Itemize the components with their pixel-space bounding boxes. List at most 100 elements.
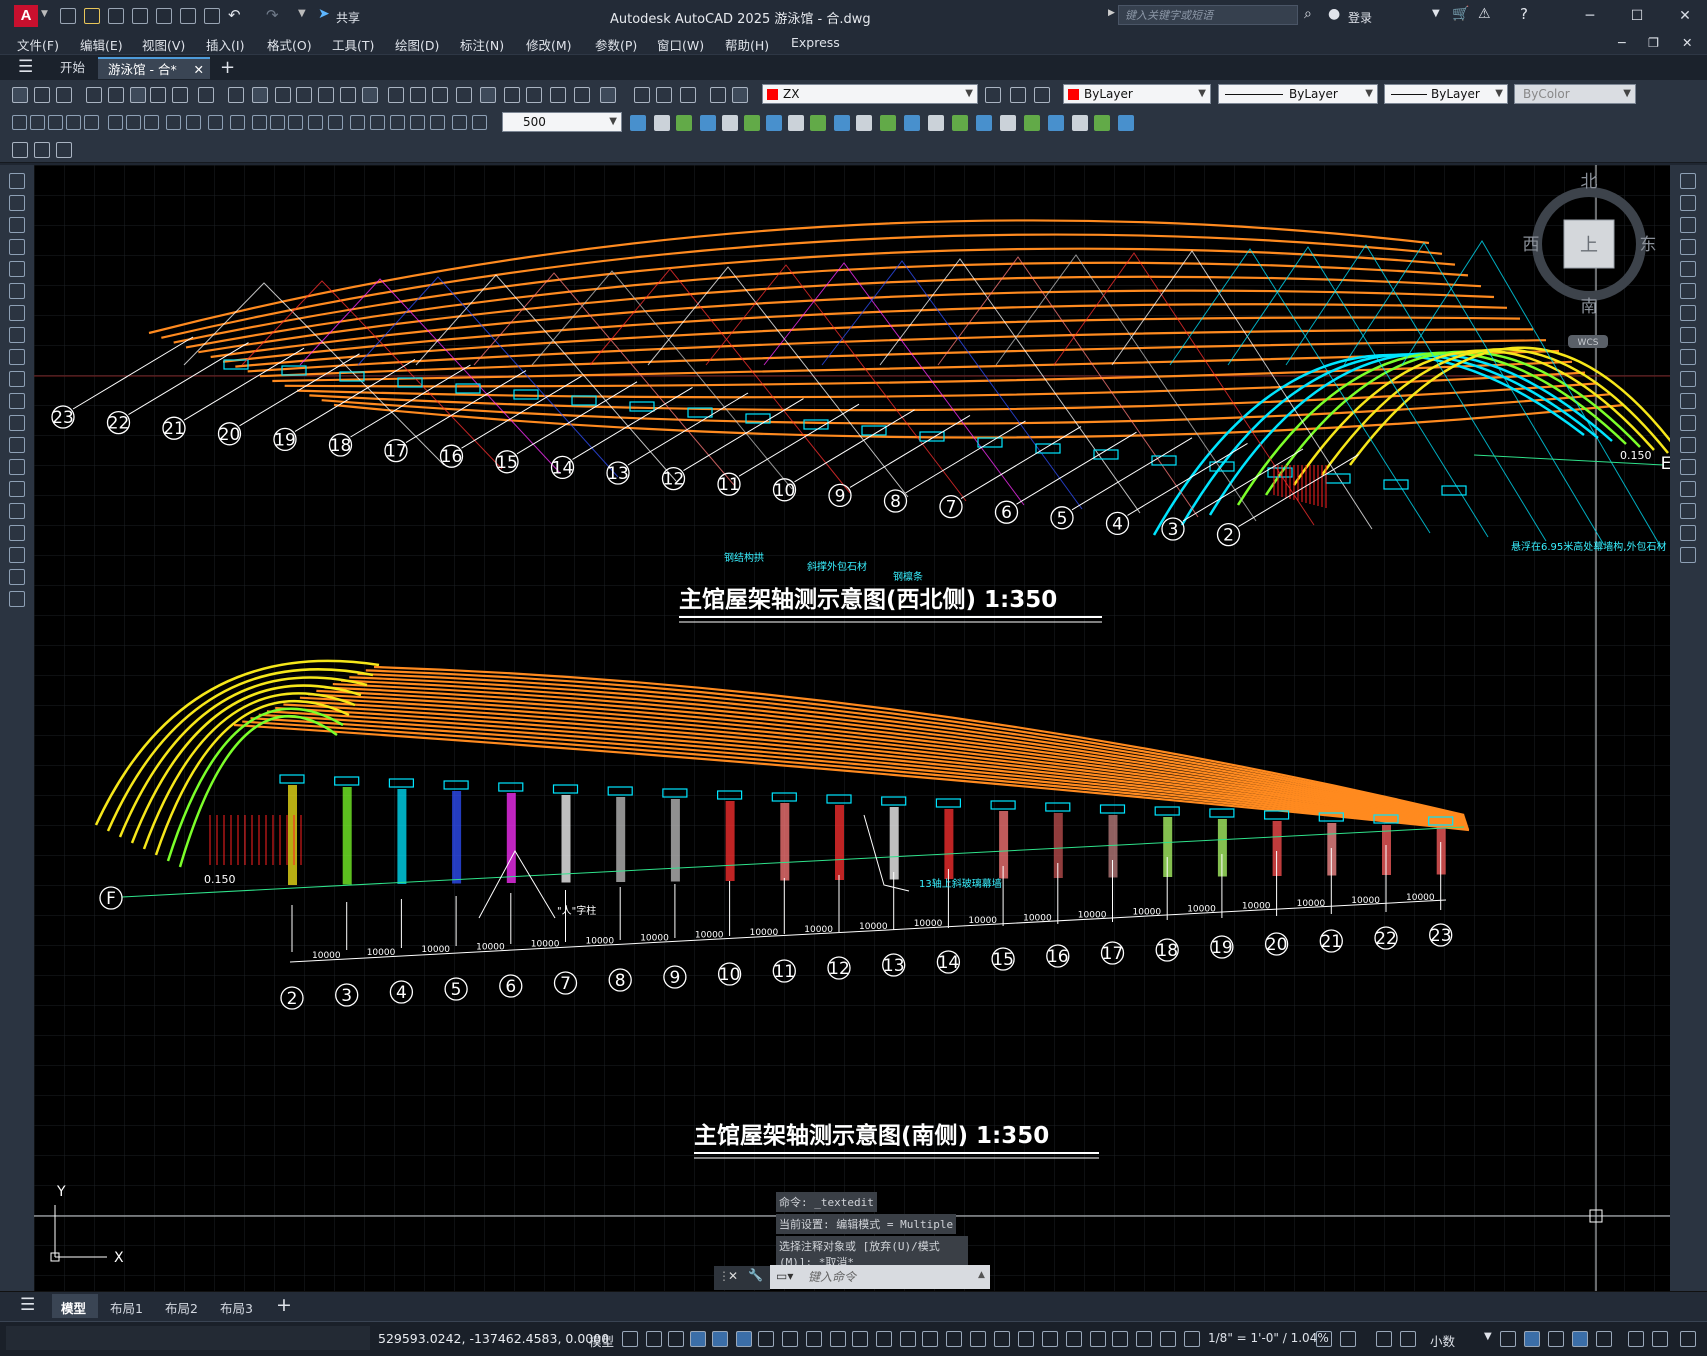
standard-tool-6-icon[interactable] xyxy=(150,87,166,103)
dimension-tool-17-icon[interactable] xyxy=(350,115,365,130)
annotation-scale[interactable]: 1/8" = 1'-0" / 1.04% xyxy=(1208,1331,1329,1345)
view-tool-4-icon[interactable] xyxy=(722,115,738,131)
view-tool-18-icon[interactable] xyxy=(1048,115,1064,131)
add-layout-icon[interactable]: + xyxy=(276,1294,292,1316)
status-toggle-7-icon[interactable] xyxy=(782,1331,798,1347)
modify-tool-6-icon[interactable] xyxy=(1680,305,1696,321)
standard-tool-21-icon[interactable] xyxy=(504,87,520,103)
standard-tool-26-icon[interactable] xyxy=(634,87,650,103)
modify-tool-11-icon[interactable] xyxy=(1680,415,1696,431)
doc-close-icon[interactable]: ✕ xyxy=(1682,35,1692,50)
status-toggle-10-icon[interactable] xyxy=(852,1331,868,1347)
viewcube-east[interactable]: 东 xyxy=(1640,235,1657,255)
view-tool-17-icon[interactable] xyxy=(1024,115,1040,131)
extra-tool-0-icon[interactable] xyxy=(12,142,28,158)
draw-tool-0-icon[interactable] xyxy=(9,173,25,189)
dimension-tool-13-icon[interactable] xyxy=(270,115,285,130)
units-selector[interactable]: 小数 xyxy=(1430,1331,1455,1350)
tab-active-drawing[interactable]: 游泳馆 - 合* ✕ xyxy=(98,57,210,79)
plot-icon[interactable] xyxy=(204,8,220,24)
standard-tool-24-icon[interactable] xyxy=(574,87,590,103)
menu-express[interactable]: Express xyxy=(791,35,840,50)
view-tool-19-icon[interactable] xyxy=(1072,115,1088,131)
modify-tool-13-icon[interactable] xyxy=(1680,459,1696,475)
tab-close-icon[interactable]: ✕ xyxy=(194,59,204,81)
standard-tool-2-icon[interactable] xyxy=(56,87,72,103)
menu-parametric[interactable]: 参数(P) xyxy=(595,35,637,54)
layer-tool-1-icon[interactable] xyxy=(1010,87,1026,103)
command-input[interactable]: 键入命令 xyxy=(770,1265,990,1289)
draw-tool-15-icon[interactable] xyxy=(9,503,25,519)
draw-tool-14-icon[interactable] xyxy=(9,481,25,497)
standard-tool-20-icon[interactable] xyxy=(480,87,496,103)
status-toggle-27-icon[interactable] xyxy=(1376,1331,1392,1347)
draw-tool-11-icon[interactable] xyxy=(9,415,25,431)
dimension-tool-8-icon[interactable] xyxy=(166,115,181,130)
standard-tool-22-icon[interactable] xyxy=(526,87,542,103)
open-web-icon[interactable] xyxy=(156,8,172,24)
standard-tool-10-icon[interactable] xyxy=(252,87,268,103)
modify-tool-16-icon[interactable] xyxy=(1680,525,1696,541)
status-toggle-11-icon[interactable] xyxy=(876,1331,892,1347)
standard-tool-13-icon[interactable] xyxy=(318,87,334,103)
status-toggle-25-icon[interactable] xyxy=(1316,1331,1332,1347)
standard-tool-17-icon[interactable] xyxy=(410,87,426,103)
layer-tool-0-icon[interactable] xyxy=(985,87,1001,103)
view-tool-3-icon[interactable] xyxy=(700,115,716,131)
standard-tool-0-icon[interactable] xyxy=(12,87,28,103)
view-tool-6-icon[interactable] xyxy=(766,115,782,131)
modify-tool-7-icon[interactable] xyxy=(1680,327,1696,343)
dimension-tool-2-icon[interactable] xyxy=(48,115,63,130)
draw-tool-10-icon[interactable] xyxy=(9,393,25,409)
view-tool-7-icon[interactable] xyxy=(788,115,804,131)
status-toggle-3-icon[interactable] xyxy=(690,1331,706,1347)
menu-format[interactable]: 格式(O) xyxy=(267,35,312,54)
menu-file[interactable]: 文件(F) xyxy=(17,35,59,54)
menu-help[interactable]: 帮助(H) xyxy=(725,35,769,54)
view-tool-0-icon[interactable] xyxy=(630,115,646,131)
dimension-tool-7-icon[interactable] xyxy=(144,115,159,130)
status-toggle-2-icon[interactable] xyxy=(668,1331,684,1347)
view-tool-15-icon[interactable] xyxy=(976,115,992,131)
dimension-tool-14-icon[interactable] xyxy=(288,115,303,130)
status-toggle-29-icon[interactable] xyxy=(1500,1331,1516,1347)
standard-tool-9-icon[interactable] xyxy=(228,87,244,103)
view-tool-21-icon[interactable] xyxy=(1118,115,1134,131)
standard-tool-25-icon[interactable] xyxy=(600,87,616,103)
save-icon[interactable] xyxy=(108,8,124,24)
dimension-tool-11-icon[interactable] xyxy=(230,115,245,130)
status-toggle-22-icon[interactable] xyxy=(1136,1331,1152,1347)
menu-dimension[interactable]: 标注(N) xyxy=(460,35,504,54)
status-toggle-15-icon[interactable] xyxy=(970,1331,986,1347)
redo-icon[interactable]: ↷ xyxy=(266,6,279,24)
drawing-canvas[interactable]: 10000 10000 10000 10000 10000 10000 10000 10000… xyxy=(34,165,1670,1291)
minimize-icon[interactable]: ─ xyxy=(1575,6,1605,26)
tab-layout2[interactable]: 布局2 xyxy=(165,1298,198,1317)
modify-tool-4-icon[interactable] xyxy=(1680,261,1696,277)
modify-tool-8-icon[interactable] xyxy=(1680,349,1696,365)
status-toggle-5-icon[interactable] xyxy=(736,1331,752,1347)
standard-tool-8-icon[interactable] xyxy=(198,87,214,103)
dimension-tool-16-icon[interactable] xyxy=(328,115,343,130)
draw-tool-8-icon[interactable] xyxy=(9,349,25,365)
dimension-tool-0-icon[interactable] xyxy=(12,115,27,130)
dim-scale-combo[interactable]: 500 ▼ xyxy=(502,112,622,132)
tab-layout1[interactable]: 布局1 xyxy=(110,1298,143,1317)
view-tool-8-icon[interactable] xyxy=(810,115,826,131)
new-tab-button[interactable]: + xyxy=(210,57,245,79)
menu-window[interactable]: 窗口(W) xyxy=(657,35,704,54)
dimension-tool-23-icon[interactable] xyxy=(472,115,487,130)
share-button[interactable]: 共享 xyxy=(336,9,360,26)
status-toggle-34-icon[interactable] xyxy=(1628,1331,1644,1347)
modify-tool-17-icon[interactable] xyxy=(1680,547,1696,563)
menu-draw[interactable]: 绘图(D) xyxy=(395,35,439,54)
extra-tool-2-icon[interactable] xyxy=(56,142,72,158)
status-toggle-33-icon[interactable] xyxy=(1596,1331,1612,1347)
search-icon[interactable]: ⌕ xyxy=(1304,6,1312,22)
draw-tool-2-icon[interactable] xyxy=(9,217,25,233)
status-toggle-17-icon[interactable] xyxy=(1018,1331,1034,1347)
status-toggle-1-icon[interactable] xyxy=(646,1331,662,1347)
view-tool-2-icon[interactable] xyxy=(676,115,692,131)
view-tool-16-icon[interactable] xyxy=(1000,115,1016,131)
color-combo[interactable]: ByLayer ▼ xyxy=(1063,84,1211,104)
